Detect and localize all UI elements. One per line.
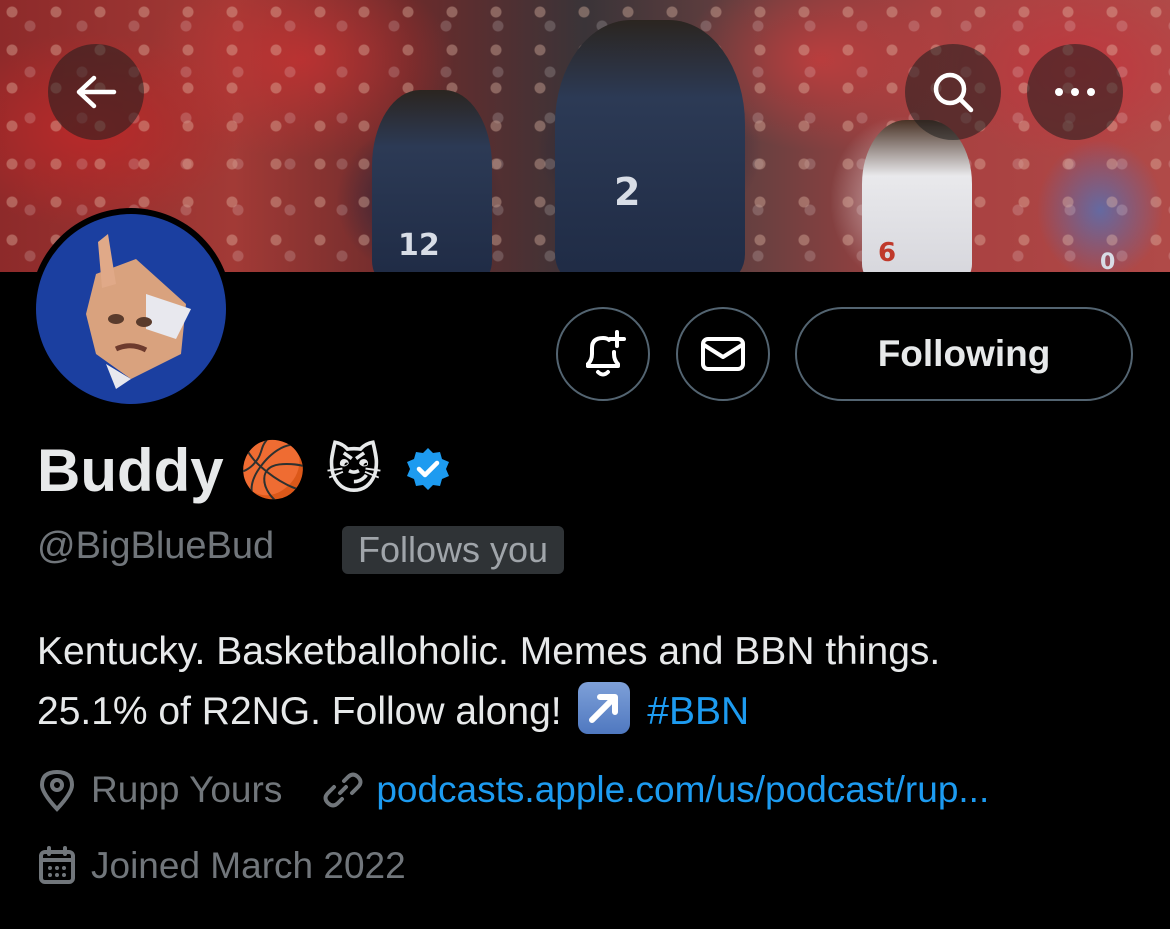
follows-you-badge: Follows you (342, 526, 565, 574)
website-link[interactable]: podcasts.apple.com/us/podcast/rup... (376, 769, 989, 811)
arrow-left-icon (76, 75, 117, 109)
display-name: Buddy (37, 436, 224, 504)
notify-button[interactable] (556, 307, 650, 401)
joined-row: Joined March 2022 (37, 842, 406, 890)
arrow-up-right-emoji-icon (578, 682, 631, 734)
banner-jersey-number: 2 (614, 170, 641, 214)
search-button[interactable] (905, 44, 1001, 140)
mail-icon (701, 337, 745, 371)
calendar-icon (39, 846, 75, 884)
location-text: Rupp Yours (91, 769, 283, 810)
banner-jersey-number: 0 (1100, 250, 1116, 272)
banner-jersey-number: 12 (398, 228, 440, 263)
bio-line-2: 25.1% of R2NG. Follow along! #BBN (37, 682, 1147, 742)
location-pin-icon (39, 769, 75, 812)
back-button[interactable] (48, 44, 144, 140)
profile-bio: Kentucky. Basketballoholic. Memes and BB… (37, 622, 1147, 742)
bio-line-2-text: 25.1% of R2NG. Follow along! (37, 690, 562, 733)
banner-player-center (555, 20, 745, 272)
avatar-image (36, 214, 226, 404)
following-button[interactable]: Following (795, 307, 1133, 401)
banner-jersey-number: 6 (878, 238, 897, 268)
verified-badge-icon[interactable] (404, 446, 452, 494)
message-button[interactable] (676, 307, 770, 401)
bell-plus-icon (586, 330, 626, 377)
joined-text: Joined March 2022 (91, 845, 406, 886)
profile-meta-row: Rupp Yours podcasts.apple.com/us/podcast… (37, 766, 989, 814)
display-name-row: Buddy 🏀 😼 (37, 432, 452, 508)
name-emojis: 🏀 😼 (239, 438, 382, 501)
link-icon (323, 772, 363, 808)
avatar[interactable] (30, 208, 232, 410)
user-handle: @BigBlueBud (37, 525, 275, 567)
avatar-illustration (86, 234, 191, 389)
bio-line-1: Kentucky. Basketballoholic. Memes and BB… (37, 630, 941, 673)
bio-hashtag-link[interactable]: #BBN (647, 690, 749, 733)
more-button[interactable] (1027, 44, 1123, 140)
more-horizontal-icon (1055, 88, 1095, 96)
search-icon (933, 72, 974, 113)
